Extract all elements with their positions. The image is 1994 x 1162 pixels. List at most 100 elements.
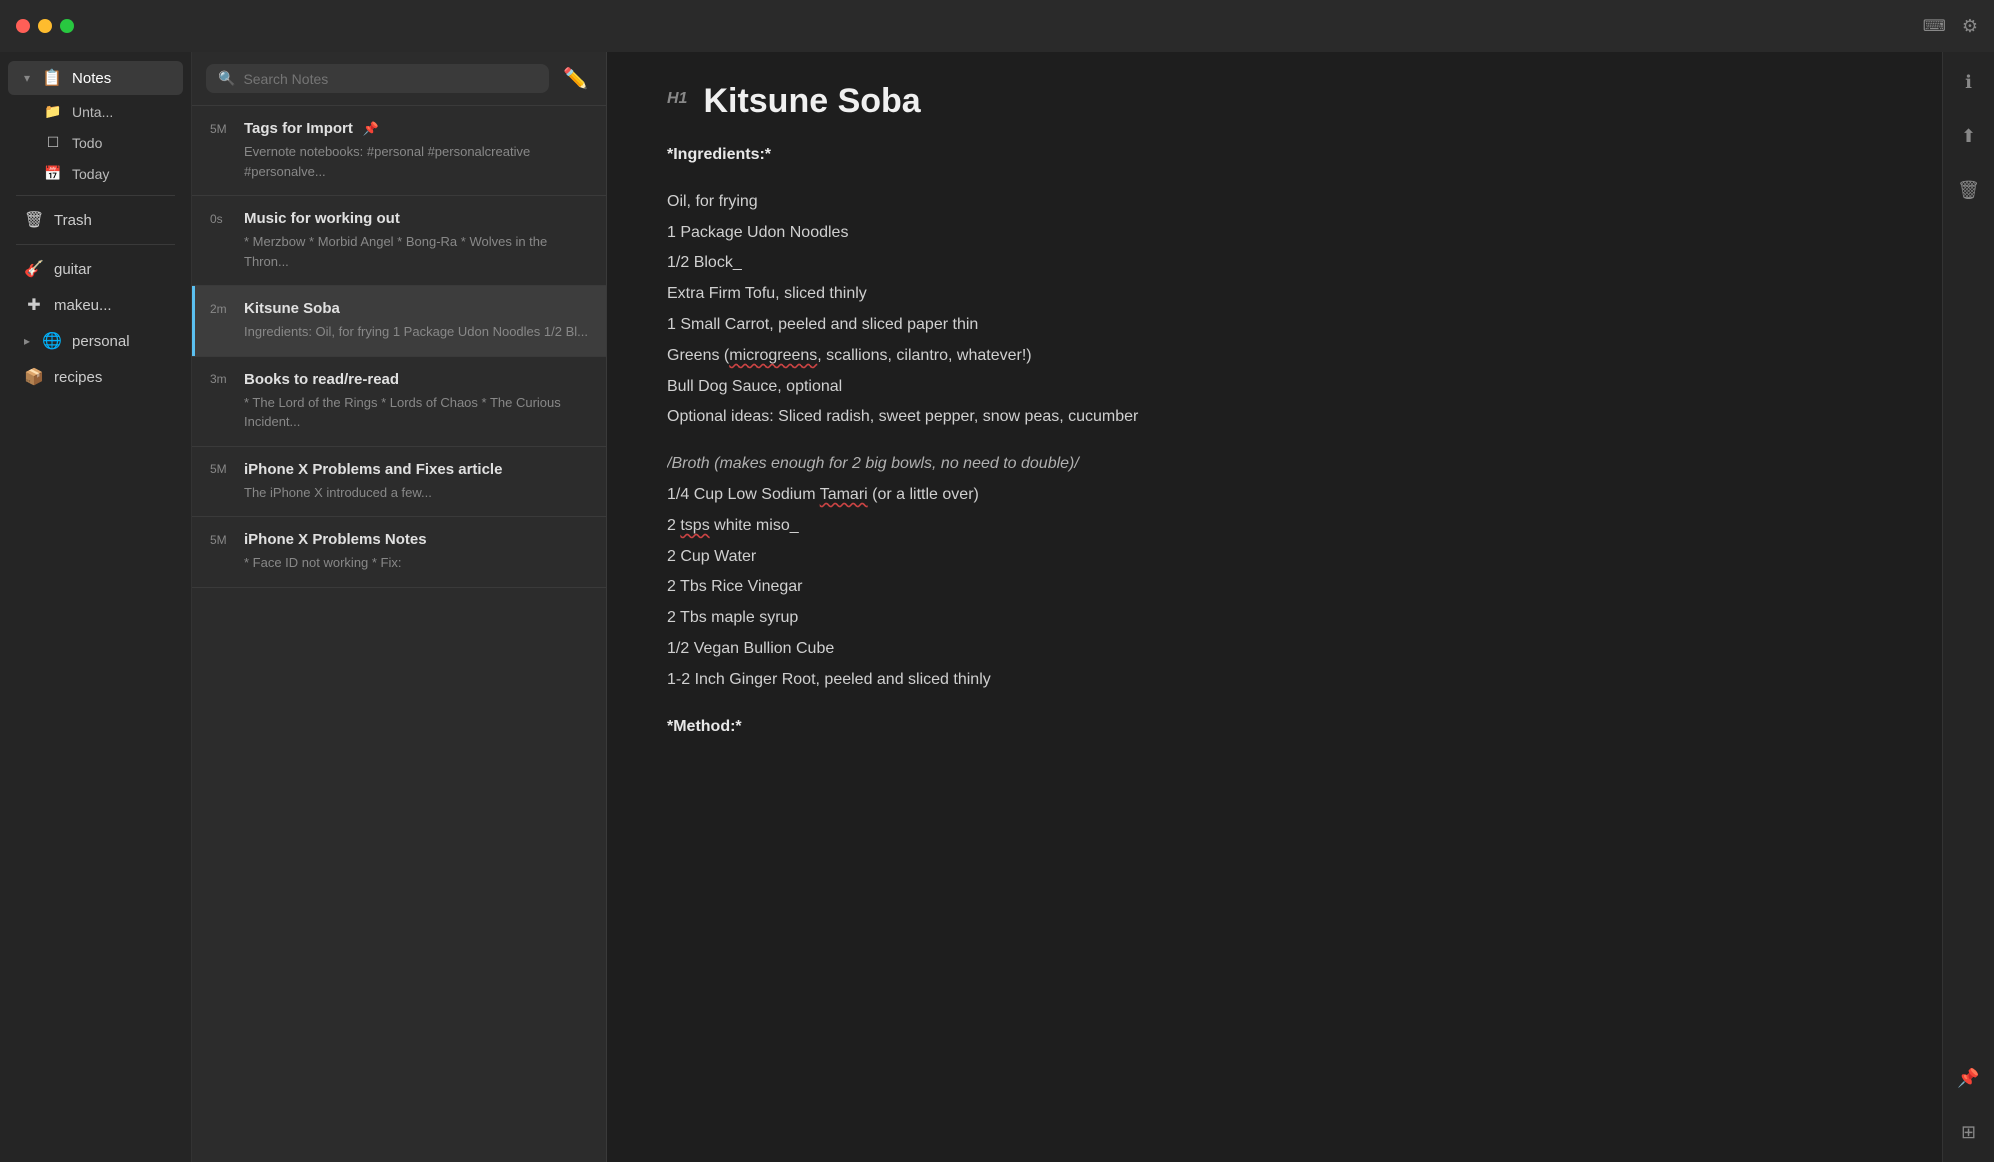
ingredient-1: Oil, for frying [667, 188, 1882, 217]
broth-label: /Broth (makes enough for 2 big bowls, no… [667, 455, 1079, 472]
search-icon: 🔍 [218, 70, 235, 87]
chevron-down-icon: ▾ [24, 71, 30, 85]
panel-button[interactable]: ⊞ [1951, 1114, 1987, 1150]
note-item-kitsune-soba[interactable]: 2m Kitsune Soba Ingredients: Oil, for fr… [192, 286, 606, 357]
compose-button[interactable]: ✏️ [559, 62, 592, 95]
note-title: iPhone X Problems and Fixes article [244, 461, 502, 478]
notes-list: 5M Tags for Import 📌 Evernote notebooks:… [192, 106, 606, 1162]
notes-list-panel: 🔍 ✏️ 5M Tags for Import 📌 Evernote noteb… [192, 52, 607, 1162]
sidebar-trash-label: Trash [54, 212, 92, 229]
note-item-iphone-problems[interactable]: 5M iPhone X Problems and Fixes article T… [192, 447, 606, 518]
note-time: 2m [210, 302, 234, 316]
note-preview: * Face ID not working * Fix: [244, 553, 588, 573]
ingredient-5: 1 Small Carrot, peeled and sliced paper … [667, 311, 1882, 340]
ingredients-label: *Ingredients:* [667, 146, 771, 163]
app-body: ▾ 📋 Notes 📁 Unta... ☐ Todo 📅 Today 🗑 Tra… [0, 52, 1994, 1162]
ingredient-3: 1/2 Block_ [667, 249, 1882, 278]
makeup-icon: ✚ [24, 295, 44, 315]
sidebar-untitled-label: Unta... [72, 104, 113, 120]
checkbox-icon: ☐ [44, 134, 62, 151]
sidebar-item-today[interactable]: 📅 Today [8, 159, 183, 188]
search-input[interactable] [243, 71, 537, 87]
sidebar-item-recipes[interactable]: 📦 recipes [8, 360, 183, 394]
note-preview: Evernote notebooks: #personal #personalc… [244, 142, 588, 181]
squiggle-microgreens: microgreens [729, 347, 817, 364]
note-meta: 0s Music for working out [210, 210, 588, 227]
ingredient-8: Optional ideas: Sliced radish, sweet pep… [667, 403, 1882, 432]
guitar-icon: 🎸 [24, 259, 44, 279]
note-item-books[interactable]: 3m Books to read/re-read * The Lord of t… [192, 357, 606, 447]
broth-item-7: 1-2 Inch Ginger Root, peeled and sliced … [667, 666, 1882, 695]
folder-icon: 📁 [44, 103, 62, 120]
share-button[interactable]: ⬆ [1951, 118, 1987, 154]
note-item-music[interactable]: 0s Music for working out * Merzbow * Mor… [192, 196, 606, 286]
close-button[interactable] [16, 19, 30, 33]
note-item-tags-for-import[interactable]: 5M Tags for Import 📌 Evernote notebooks:… [192, 106, 606, 196]
titlebar-icons: ⌨ ⚙ [1923, 16, 1978, 37]
note-time: 5M [210, 462, 234, 476]
note-time: 0s [210, 212, 234, 226]
note-title: Tags for Import [244, 120, 353, 137]
squiggle-tamari: Tamari [820, 486, 868, 503]
sidebar-notes-label: Notes [72, 70, 111, 87]
note-meta: 5M iPhone X Problems Notes [210, 531, 588, 548]
sidebar-item-trash[interactable]: 🗑 Trash [8, 203, 183, 237]
broth-item-4: 2 Tbs Rice Vinegar [667, 573, 1882, 602]
note-meta: 5M iPhone X Problems and Fixes article [210, 461, 588, 478]
traffic-lights [16, 19, 74, 33]
main-content: H1 Kitsune Soba *Ingredients:* Oil, for … [607, 52, 1942, 1162]
squiggle-tsps: tsps [680, 517, 709, 534]
sidebar-item-makeup[interactable]: ✚ makeu... [8, 288, 183, 322]
note-title: Books to read/re-read [244, 371, 399, 388]
sidebar-personal-label: personal [72, 333, 130, 350]
note-item-iphone-notes[interactable]: 5M iPhone X Problems Notes * Face ID not… [192, 517, 606, 588]
sidebar-divider-1 [16, 195, 175, 196]
sidebar-makeup-label: makeu... [54, 297, 112, 314]
notes-icon: 📋 [42, 68, 62, 88]
calendar-icon: 📅 [44, 165, 62, 182]
note-title: iPhone X Problems Notes [244, 531, 427, 548]
sidebar-item-notes[interactable]: ▾ 📋 Notes [8, 61, 183, 95]
sidebar-item-todo[interactable]: ☐ Todo [8, 128, 183, 157]
note-time: 3m [210, 372, 234, 386]
sidebar-divider-2 [16, 244, 175, 245]
sidebar: ▾ 📋 Notes 📁 Unta... ☐ Todo 📅 Today 🗑 Tra… [0, 52, 192, 1162]
note-preview: * Merzbow * Morbid Angel * Bong-Ra * Wol… [244, 232, 588, 271]
note-time: 5M [210, 533, 234, 547]
sidebar-todo-label: Todo [72, 135, 102, 151]
sidebar-item-untitled[interactable]: 📁 Unta... [8, 97, 183, 126]
broth-item-5: 2 Tbs maple syrup [667, 604, 1882, 633]
pin-button[interactable]: 📌 [1951, 1060, 1987, 1096]
trash-icon: 🗑 [24, 210, 44, 230]
pin-icon: 📌 [363, 121, 379, 137]
note-preview: * The Lord of the Rings * Lords of Chaos… [244, 393, 588, 432]
sidebar-item-guitar[interactable]: 🎸 guitar [8, 252, 183, 286]
delete-button[interactable]: 🗑 [1951, 172, 1987, 208]
search-input-wrapper[interactable]: 🔍 [206, 64, 549, 93]
broth-item-2: 2 tsps white miso_ [667, 512, 1882, 541]
ingredient-4: Extra Firm Tofu, sliced thinly [667, 280, 1882, 309]
sidebar-guitar-label: guitar [54, 261, 92, 278]
sidebar-today-label: Today [72, 166, 109, 182]
ingredient-7: Bull Dog Sauce, optional [667, 373, 1882, 402]
info-button[interactable]: ℹ [1951, 64, 1987, 100]
minimize-button[interactable] [38, 19, 52, 33]
broth-item-3: 2 Cup Water [667, 543, 1882, 572]
note-meta: 2m Kitsune Soba [210, 300, 588, 317]
maximize-button[interactable] [60, 19, 74, 33]
personal-icon: 🌐 [42, 331, 62, 351]
code-icon[interactable]: ⌨ [1923, 16, 1946, 37]
note-meta: 5M Tags for Import 📌 [210, 120, 588, 137]
chevron-right-icon: ▸ [24, 334, 30, 348]
broth-item-6: 1/2 Vegan Bullion Cube [667, 635, 1882, 664]
recipes-icon: 📦 [24, 367, 44, 387]
sidebar-recipes-label: recipes [54, 369, 102, 386]
sidebar-item-personal[interactable]: ▸ 🌐 personal [8, 324, 183, 358]
note-title-main[interactable]: Kitsune Soba [703, 82, 920, 121]
sliders-icon[interactable]: ⚙ [1962, 16, 1978, 37]
note-preview: The iPhone X introduced a few... [244, 483, 588, 503]
h1-icon: H1 [667, 90, 687, 108]
note-body[interactable]: *Ingredients:* Oil, for frying 1 Package… [667, 141, 1882, 1132]
search-bar: 🔍 ✏️ [192, 52, 606, 106]
note-title: Music for working out [244, 210, 400, 227]
